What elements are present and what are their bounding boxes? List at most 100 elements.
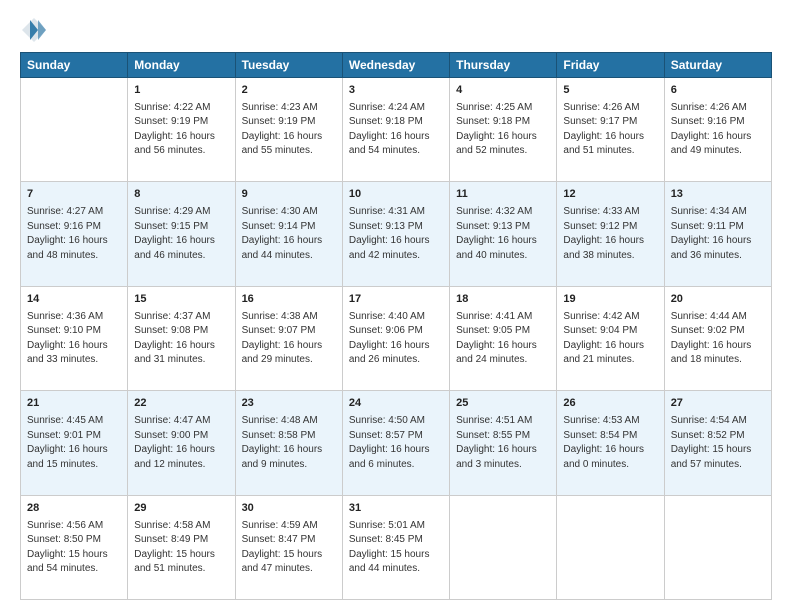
cell-line: Sunset: 9:04 PM [563, 324, 657, 339]
cell-line: Sunrise: 4:31 AM [349, 205, 443, 220]
cell-line: and 56 minutes. [134, 144, 228, 159]
cell-line: Sunset: 8:49 PM [134, 533, 228, 548]
day-number: 22 [134, 396, 228, 412]
day-number: 7 [27, 187, 121, 203]
cell-line: Sunset: 9:19 PM [242, 115, 336, 130]
cell-w1-d5: 4Sunrise: 4:25 AMSunset: 9:18 PMDaylight… [450, 78, 557, 182]
week-row-2: 7Sunrise: 4:27 AMSunset: 9:16 PMDaylight… [21, 182, 772, 286]
day-number: 28 [27, 501, 121, 517]
cell-w4-d7: 27Sunrise: 4:54 AMSunset: 8:52 PMDayligh… [664, 391, 771, 495]
cell-w2-d1: 7Sunrise: 4:27 AMSunset: 9:16 PMDaylight… [21, 182, 128, 286]
day-number: 4 [456, 83, 550, 99]
cell-line: and 31 minutes. [134, 353, 228, 368]
cell-line: Sunrise: 4:22 AM [134, 101, 228, 116]
cell-line: Sunrise: 4:26 AM [671, 101, 765, 116]
cell-line: Sunset: 9:08 PM [134, 324, 228, 339]
day-number: 13 [671, 187, 765, 203]
cell-line: and 54 minutes. [27, 562, 121, 577]
cell-line: Sunset: 9:13 PM [456, 220, 550, 235]
cell-line: Sunset: 9:16 PM [671, 115, 765, 130]
cell-w1-d7: 6Sunrise: 4:26 AMSunset: 9:16 PMDaylight… [664, 78, 771, 182]
cell-line: Sunset: 8:57 PM [349, 429, 443, 444]
cell-line: Sunset: 9:16 PM [27, 220, 121, 235]
cell-line: Sunrise: 4:38 AM [242, 310, 336, 325]
cell-line: and 55 minutes. [242, 144, 336, 159]
cell-w1-d4: 3Sunrise: 4:24 AMSunset: 9:18 PMDaylight… [342, 78, 449, 182]
cell-line: Daylight: 16 hours [349, 339, 443, 354]
cell-line: Daylight: 16 hours [27, 234, 121, 249]
logo-icon [20, 16, 48, 44]
col-header-sunday: Sunday [21, 53, 128, 78]
day-number: 16 [242, 292, 336, 308]
cell-line: Sunrise: 4:56 AM [27, 519, 121, 534]
cell-line: and 33 minutes. [27, 353, 121, 368]
cell-line: and 18 minutes. [671, 353, 765, 368]
cell-w3-d1: 14Sunrise: 4:36 AMSunset: 9:10 PMDayligh… [21, 286, 128, 390]
cell-w1-d2: 1Sunrise: 4:22 AMSunset: 9:19 PMDaylight… [128, 78, 235, 182]
cell-line: and 51 minutes. [563, 144, 657, 159]
cell-line: Sunset: 9:07 PM [242, 324, 336, 339]
cell-line: and 52 minutes. [456, 144, 550, 159]
cell-line: Daylight: 16 hours [456, 130, 550, 145]
cell-w5-d2: 29Sunrise: 4:58 AMSunset: 8:49 PMDayligh… [128, 495, 235, 599]
cell-line: Sunrise: 4:24 AM [349, 101, 443, 116]
week-row-1: 1Sunrise: 4:22 AMSunset: 9:19 PMDaylight… [21, 78, 772, 182]
cell-line: Daylight: 16 hours [27, 443, 121, 458]
col-header-wednesday: Wednesday [342, 53, 449, 78]
cell-line: Sunset: 9:12 PM [563, 220, 657, 235]
cell-line: Sunset: 8:45 PM [349, 533, 443, 548]
col-header-tuesday: Tuesday [235, 53, 342, 78]
cell-line: and 42 minutes. [349, 249, 443, 264]
logo [20, 16, 52, 44]
cell-line: Daylight: 15 hours [27, 548, 121, 563]
cell-w3-d5: 18Sunrise: 4:41 AMSunset: 9:05 PMDayligh… [450, 286, 557, 390]
day-number: 18 [456, 292, 550, 308]
cell-line: and 24 minutes. [456, 353, 550, 368]
day-number: 11 [456, 187, 550, 203]
cell-line: Sunrise: 4:42 AM [563, 310, 657, 325]
cell-line: Daylight: 16 hours [563, 234, 657, 249]
cell-w2-d5: 11Sunrise: 4:32 AMSunset: 9:13 PMDayligh… [450, 182, 557, 286]
week-row-3: 14Sunrise: 4:36 AMSunset: 9:10 PMDayligh… [21, 286, 772, 390]
cell-line: Sunset: 9:10 PM [27, 324, 121, 339]
cell-line: Sunrise: 4:32 AM [456, 205, 550, 220]
cell-line: Sunrise: 4:47 AM [134, 414, 228, 429]
day-number: 15 [134, 292, 228, 308]
cell-line: Sunset: 8:54 PM [563, 429, 657, 444]
day-number: 26 [563, 396, 657, 412]
cell-line: Sunrise: 4:48 AM [242, 414, 336, 429]
cell-line: and 44 minutes. [242, 249, 336, 264]
cell-line: Sunset: 9:15 PM [134, 220, 228, 235]
cell-line: Sunset: 9:18 PM [349, 115, 443, 130]
cell-line: and 51 minutes. [134, 562, 228, 577]
cell-line: Sunrise: 4:41 AM [456, 310, 550, 325]
cell-w3-d4: 17Sunrise: 4:40 AMSunset: 9:06 PMDayligh… [342, 286, 449, 390]
cell-line: Sunrise: 4:59 AM [242, 519, 336, 534]
day-number: 31 [349, 501, 443, 517]
cell-line: Sunrise: 4:40 AM [349, 310, 443, 325]
day-number: 30 [242, 501, 336, 517]
cell-line: Sunrise: 4:54 AM [671, 414, 765, 429]
cell-w3-d2: 15Sunrise: 4:37 AMSunset: 9:08 PMDayligh… [128, 286, 235, 390]
cell-line: and 57 minutes. [671, 458, 765, 473]
cell-line: Sunrise: 4:34 AM [671, 205, 765, 220]
cell-w4-d4: 24Sunrise: 4:50 AMSunset: 8:57 PMDayligh… [342, 391, 449, 495]
day-number: 21 [27, 396, 121, 412]
cell-line: Daylight: 16 hours [27, 339, 121, 354]
cell-line: Sunrise: 4:44 AM [671, 310, 765, 325]
cell-line: Daylight: 16 hours [349, 234, 443, 249]
day-number: 10 [349, 187, 443, 203]
cell-line: and 12 minutes. [134, 458, 228, 473]
cell-w5-d7 [664, 495, 771, 599]
cell-line: and 26 minutes. [349, 353, 443, 368]
cell-line: Sunrise: 4:29 AM [134, 205, 228, 220]
day-number: 2 [242, 83, 336, 99]
cell-line: Sunset: 9:11 PM [671, 220, 765, 235]
cell-line: Sunrise: 4:23 AM [242, 101, 336, 116]
cell-line: Daylight: 15 hours [349, 548, 443, 563]
cell-w5-d3: 30Sunrise: 4:59 AMSunset: 8:47 PMDayligh… [235, 495, 342, 599]
cell-line: Sunrise: 4:33 AM [563, 205, 657, 220]
cell-w4-d5: 25Sunrise: 4:51 AMSunset: 8:55 PMDayligh… [450, 391, 557, 495]
day-number: 5 [563, 83, 657, 99]
cell-line: Sunset: 8:47 PM [242, 533, 336, 548]
